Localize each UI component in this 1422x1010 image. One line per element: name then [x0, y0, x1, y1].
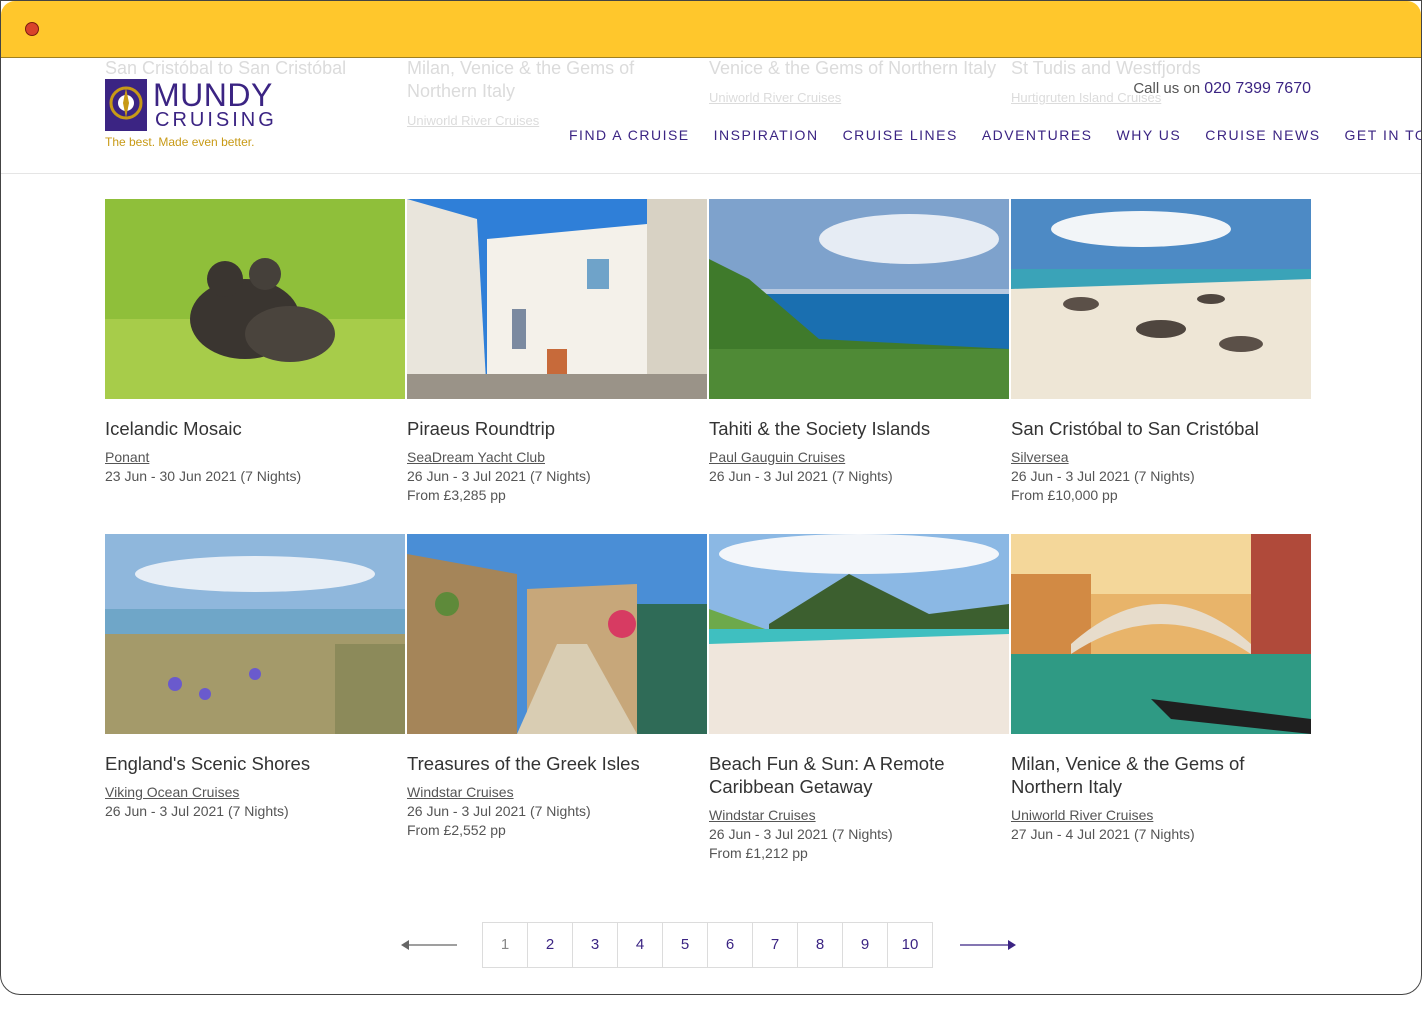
cruise-title[interactable]: Treasures of the Greek Isles	[407, 752, 707, 775]
window-titlebar	[1, 1, 1421, 58]
logo-brand-2: CRUISING	[155, 109, 277, 131]
page-2[interactable]: 2	[527, 923, 572, 967]
cruise-title[interactable]: Icelandic Mosaic	[105, 417, 405, 440]
browser-frame: San Cristóbal to San Cristóbal Milan, Ve…	[0, 0, 1422, 995]
cruise-line-link[interactable]: Paul Gauguin Cruises	[709, 448, 1009, 467]
greek-village-image[interactable]	[407, 534, 707, 734]
nav-adventures[interactable]: ADVENTURES	[982, 127, 1093, 143]
venice-rialto-image[interactable]	[1011, 534, 1311, 734]
arctic-fox-cubs-image[interactable]	[105, 199, 405, 399]
previous-page-arrow-icon[interactable]	[401, 938, 457, 952]
cruise-line-link[interactable]: Viking Ocean Cruises	[105, 783, 405, 802]
cruise-title[interactable]: Beach Fun & Sun: A Remote Caribbean Geta…	[709, 752, 1009, 798]
cruise-card[interactable]: Icelandic Mosaic Ponant 23 Jun - 30 Jun …	[105, 199, 405, 486]
cruise-dates: 26 Jun - 3 Jul 2021 (7 Nights)	[407, 468, 591, 484]
logo-tagline: The best. Made even better.	[105, 135, 255, 149]
nav-find-a-cruise[interactable]: FIND A CRUISE	[569, 127, 690, 143]
cruise-title[interactable]: Milan, Venice & the Gems of Northern Ita…	[1011, 752, 1311, 798]
cruise-price: From £3,285 pp	[407, 487, 506, 503]
page-1[interactable]: 1	[483, 923, 527, 967]
sea-lions-beach-image[interactable]	[1011, 199, 1311, 399]
main-nav: FIND A CRUISE INSPIRATION CRUISE LINES A…	[569, 127, 1421, 143]
cruise-line-link[interactable]: Windstar Cruises	[407, 783, 707, 802]
cruise-card[interactable]: Beach Fun & Sun: A Remote Caribbean Geta…	[709, 534, 1009, 863]
page-10[interactable]: 10	[887, 923, 932, 967]
page-3[interactable]: 3	[572, 923, 617, 967]
call-us-label: Call us on	[1133, 80, 1201, 97]
cruise-card[interactable]: San Cristóbal to San Cristóbal Silversea…	[1011, 199, 1311, 505]
nav-cruise-lines[interactable]: CRUISE LINES	[843, 127, 958, 143]
greek-alley-image[interactable]	[407, 199, 707, 399]
cruise-line-link[interactable]: Silversea	[1011, 448, 1311, 467]
cruise-card[interactable]: Piraeus Roundtrip SeaDream Yacht Club 26…	[407, 199, 707, 505]
cruise-price: From £2,552 pp	[407, 822, 506, 838]
cruise-line-link[interactable]: Uniworld River Cruises	[1011, 806, 1311, 825]
page-4[interactable]: 4	[617, 923, 662, 967]
pagination: 1 2 3 4 5 6 7 8 9 10	[482, 922, 933, 968]
cruise-dates: 23 Jun - 30 Jun 2021 (7 Nights)	[105, 468, 302, 484]
cruise-dates: 26 Jun - 3 Jul 2021 (7 Nights)	[407, 803, 591, 819]
compass-logo-icon	[105, 79, 147, 131]
page-9[interactable]: 9	[842, 923, 887, 967]
page-5[interactable]: 5	[662, 923, 707, 967]
cruise-title[interactable]: Piraeus Roundtrip	[407, 417, 707, 440]
nav-get-in-touch[interactable]: GET IN TOUCH	[1345, 127, 1421, 143]
cruise-price: From £10,000 pp	[1011, 487, 1118, 503]
cruise-card[interactable]: Treasures of the Greek Isles Windstar Cr…	[407, 534, 707, 840]
cruise-title[interactable]: England's Scenic Shores	[105, 752, 405, 775]
site-header: MUNDY CRUISING The best. Made even bette…	[1, 57, 1421, 174]
cruise-card[interactable]: Milan, Venice & the Gems of Northern Ita…	[1011, 534, 1311, 844]
scilly-shore-image[interactable]	[105, 534, 405, 734]
cruise-title[interactable]: Tahiti & the Society Islands	[709, 417, 1009, 440]
cruise-line-link[interactable]: SeaDream Yacht Club	[407, 448, 707, 467]
cruise-card[interactable]: Tahiti & the Society Islands Paul Gaugui…	[709, 199, 1009, 486]
next-page-arrow-icon[interactable]	[960, 938, 1016, 952]
nav-cruise-news[interactable]: CRUISE NEWS	[1205, 127, 1320, 143]
cruise-line-link[interactable]: Ponant	[105, 448, 405, 467]
page-6[interactable]: 6	[707, 923, 752, 967]
nav-inspiration[interactable]: INSPIRATION	[714, 127, 819, 143]
phone-number-link[interactable]: 020 7399 7670	[1204, 80, 1311, 97]
cruise-price: From £1,212 pp	[709, 845, 808, 861]
nav-why-us[interactable]: WHY US	[1117, 127, 1182, 143]
cruise-title[interactable]: San Cristóbal to San Cristóbal	[1011, 417, 1311, 440]
cruise-dates: 27 Jun - 4 Jul 2021 (7 Nights)	[1011, 826, 1195, 842]
cruise-dates: 26 Jun - 3 Jul 2021 (7 Nights)	[709, 826, 893, 842]
caribbean-beach-image[interactable]	[709, 534, 1009, 734]
tahiti-coast-image[interactable]	[709, 199, 1009, 399]
call-us: Call us on 020 7399 7670	[1133, 80, 1311, 98]
cruise-line-link[interactable]: Windstar Cruises	[709, 806, 1009, 825]
cruise-dates: 26 Jun - 3 Jul 2021 (7 Nights)	[105, 803, 289, 819]
cruise-dates: 26 Jun - 3 Jul 2021 (7 Nights)	[709, 468, 893, 484]
cruise-dates: 26 Jun - 3 Jul 2021 (7 Nights)	[1011, 468, 1195, 484]
page-8[interactable]: 8	[797, 923, 842, 967]
mundy-cruising-logo[interactable]: MUNDY CRUISING The best. Made even bette…	[105, 77, 285, 151]
page-7[interactable]: 7	[752, 923, 797, 967]
cruise-card[interactable]: England's Scenic Shores Viking Ocean Cru…	[105, 534, 405, 821]
close-window-icon[interactable]	[25, 22, 39, 36]
